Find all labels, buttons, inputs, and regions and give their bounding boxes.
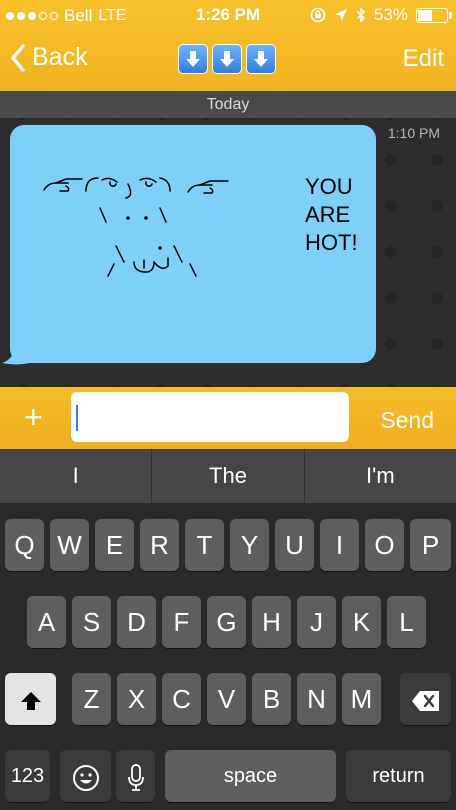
predictive-bar: I The I'm — [0, 449, 456, 503]
prediction-1[interactable]: I — [0, 449, 153, 503]
key-v[interactable]: V — [207, 673, 246, 725]
key-p[interactable]: P — [410, 519, 451, 571]
shift-key[interactable] — [5, 673, 56, 725]
top-bar: Bell LTE 1:26 PM 53% Back Edit — [0, 0, 456, 91]
day-separator: Today — [0, 91, 456, 118]
key-s[interactable]: S — [72, 596, 111, 648]
key-b[interactable]: B — [252, 673, 291, 725]
microphone-icon — [127, 764, 144, 792]
key-t[interactable]: T — [185, 519, 224, 571]
key-h[interactable]: H — [252, 596, 291, 648]
message-input[interactable] — [71, 392, 349, 442]
key-y[interactable]: Y — [230, 519, 269, 571]
message-time: 1:10 PM — [387, 125, 440, 141]
numbers-key[interactable]: 123 — [5, 750, 50, 802]
space-key[interactable]: space — [165, 750, 336, 802]
key-x[interactable]: X — [117, 673, 156, 725]
key-z[interactable]: Z — [72, 673, 111, 725]
chevron-left-icon — [11, 43, 25, 72]
key-f[interactable]: F — [162, 596, 201, 648]
key-o[interactable]: O — [365, 519, 404, 571]
prediction-2[interactable]: The — [152, 449, 305, 503]
down-arrow-icon — [212, 44, 242, 74]
key-a[interactable]: A — [27, 596, 66, 648]
key-i[interactable]: I — [320, 519, 359, 571]
key-q[interactable]: Q — [5, 519, 44, 571]
bluetooth-icon — [356, 7, 366, 23]
shift-arrow-icon — [20, 692, 41, 711]
title-arrows — [178, 44, 276, 74]
chat-area[interactable]: Today 1:10 PM YOU ARE HOT! — [0, 91, 456, 387]
battery-icon — [416, 7, 452, 23]
key-j[interactable]: J — [297, 596, 336, 648]
keyboard: Q W E R T Y U I O P A S D F G H J K L Z … — [0, 503, 456, 810]
emoji-key[interactable] — [60, 750, 111, 802]
send-button[interactable]: Send — [380, 407, 434, 434]
key-m[interactable]: M — [342, 673, 381, 725]
emoji-icon — [72, 765, 99, 792]
key-k[interactable]: K — [342, 596, 381, 648]
key-w[interactable]: W — [50, 519, 89, 571]
back-label: Back — [32, 43, 88, 71]
backspace-key[interactable] — [400, 673, 451, 725]
down-arrow-icon — [246, 44, 276, 74]
backspace-icon — [411, 691, 439, 712]
message-composer: + Send — [0, 387, 456, 449]
edit-button[interactable]: Edit — [403, 45, 444, 73]
prediction-3[interactable]: I'm — [305, 449, 456, 503]
message-bubble[interactable]: YOU ARE HOT! — [10, 125, 376, 363]
nav-bar: Back Edit — [0, 32, 456, 91]
key-e[interactable]: E — [95, 519, 134, 571]
key-n[interactable]: N — [297, 673, 336, 725]
text-caret — [76, 405, 78, 431]
rotation-lock-icon — [310, 7, 326, 23]
message-text: YOU ARE HOT! — [305, 174, 358, 255]
key-l[interactable]: L — [387, 596, 426, 648]
key-r[interactable]: R — [140, 519, 179, 571]
key-u[interactable]: U — [275, 519, 314, 571]
status-bar: Bell LTE 1:26 PM 53% — [0, 0, 456, 32]
location-icon — [334, 9, 347, 21]
ascii-art-image — [43, 177, 229, 277]
attach-plus-button[interactable]: + — [24, 401, 43, 433]
down-arrow-icon — [178, 44, 208, 74]
return-key[interactable]: return — [346, 750, 451, 802]
key-d[interactable]: D — [117, 596, 156, 648]
dictation-key[interactable] — [116, 750, 155, 802]
key-c[interactable]: C — [162, 673, 201, 725]
back-button[interactable]: Back — [10, 43, 88, 72]
battery-percent: 53% — [373, 5, 408, 24]
key-g[interactable]: G — [207, 596, 246, 648]
